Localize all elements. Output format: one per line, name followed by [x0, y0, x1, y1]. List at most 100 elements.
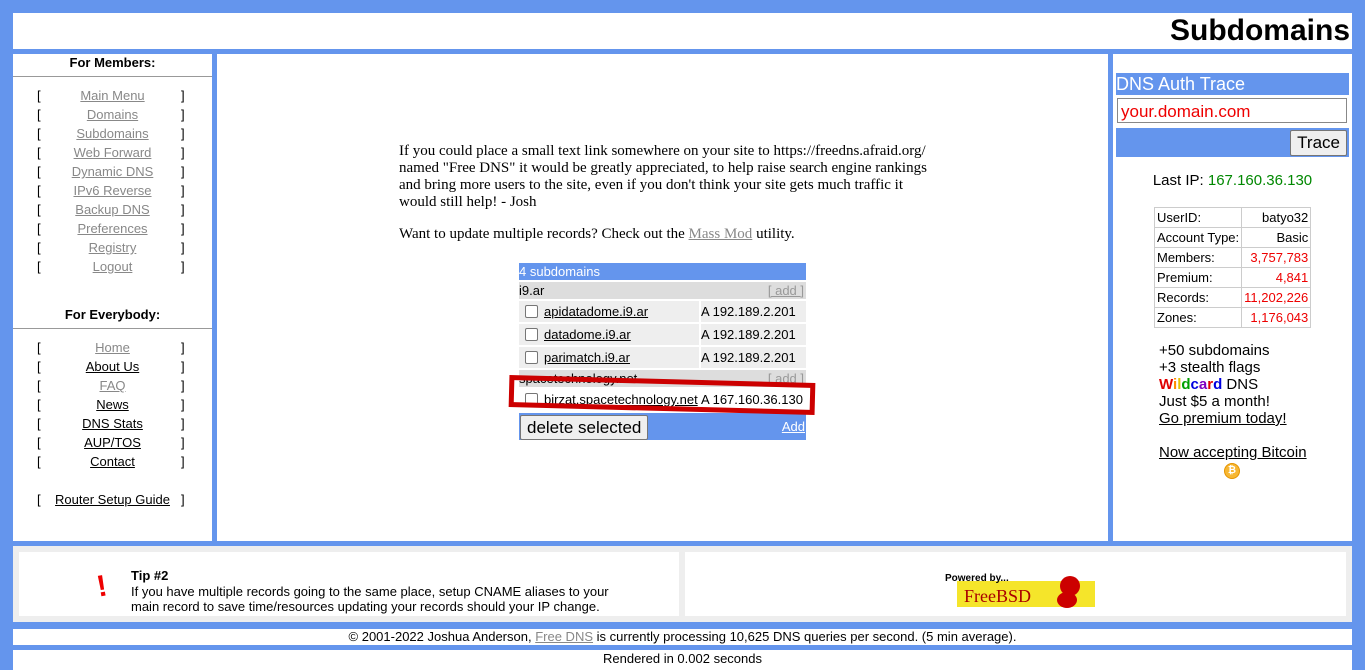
sidebar-item-dynamic-dns: [Dynamic DNS] — [37, 162, 185, 181]
nav-link[interactable]: Contact — [48, 452, 177, 471]
record-value: 192.189.2.201 — [712, 327, 796, 342]
sidebar: For Members: [Main Menu][Domains][Subdom… — [13, 54, 212, 541]
divider — [13, 328, 212, 329]
intro-text: If you could place a small text link som… — [399, 143, 927, 210]
sidebar-item-web-forward: [Web Forward] — [37, 143, 185, 162]
sidebar-item-faq: [FAQ] — [37, 376, 185, 395]
nav-link[interactable]: Backup DNS — [48, 200, 177, 219]
nav-link[interactable]: Logout — [48, 257, 177, 276]
divider — [13, 76, 212, 77]
nav-link[interactable]: IPv6 Reverse — [48, 181, 177, 200]
stat-row: Account Type: Basic — [1155, 228, 1311, 247]
sidebar-item-contact: [Contact] — [37, 452, 185, 471]
sidebar-item-logout: [Logout] — [37, 257, 185, 276]
add-subdomain-link[interactable]: Add — [782, 419, 805, 434]
table-row: datadome.i9.ar A 192.189.2.201 — [519, 323, 806, 346]
bitcoin-icon: ₿ — [1224, 463, 1240, 479]
last-ip: Last IP: 167.160.36.130 — [1152, 172, 1313, 189]
trace-bar: Trace — [1116, 128, 1349, 157]
nav-link[interactable]: AUP/TOS — [48, 433, 177, 452]
sidebar-item-registry: [Registry] — [37, 238, 185, 257]
record-checkbox[interactable] — [525, 305, 538, 318]
freebsd-box: Powered by... FreeBSD — [685, 552, 1346, 616]
footer-panel: ! Tip #2 If you have multiple records go… — [13, 546, 1352, 622]
sidebar-item-router-setup-guide: [ Router Setup Guide ] — [37, 490, 185, 509]
go-premium-link[interactable]: Go premium today! — [1159, 410, 1287, 427]
last-ip-value: 167.160.36.130 — [1207, 172, 1313, 189]
sidebar-item-subdomains: [Subdomains] — [37, 124, 185, 143]
copyright-bar: © 2001-2022 Joshua Anderson, Free DNS is… — [13, 629, 1352, 645]
sidebar-item-backup-dns: [Backup DNS] — [37, 200, 185, 219]
record-type: A — [701, 304, 709, 319]
sidebar-item-about-us: [About Us] — [37, 357, 185, 376]
nav-link[interactable]: DNS Stats — [48, 414, 177, 433]
nav-link[interactable]: Preferences — [48, 219, 177, 238]
domain-group-row: i9.ar [ add ] — [519, 282, 806, 299]
right-panel: DNS Auth Trace your.domain.com Trace Las… — [1113, 54, 1352, 541]
svg-text:FreeBSD: FreeBSD — [964, 586, 1031, 606]
account-stats-table: UserID: batyo32 Account Type: Basic Member… — [1154, 207, 1312, 328]
nav-link[interactable]: Domains — [48, 105, 177, 124]
table-row: apidatadome.i9.ar A 192.189.2.201 — [519, 300, 806, 323]
members-heading: For Members: — [69, 55, 156, 70]
page-title: Subdomains — [1169, 14, 1350, 47]
domain-trace-input[interactable]: your.domain.com — [1117, 98, 1347, 123]
trace-button[interactable]: Trace — [1290, 130, 1347, 156]
sidebar-item-dns-stats: [DNS Stats] — [37, 414, 185, 433]
sidebar-item-news: [News] — [37, 395, 185, 414]
record-type: A — [701, 327, 709, 342]
record-checkbox[interactable] — [525, 328, 538, 341]
nav-link[interactable]: Registry — [48, 238, 177, 257]
record-checkbox[interactable] — [525, 351, 538, 364]
table-footer: delete selected Add — [519, 413, 806, 440]
promo-line: Just $5 a month! — [1159, 393, 1270, 410]
nav-link[interactable]: Main Menu — [48, 86, 177, 105]
nav-link[interactable]: Dynamic DNS — [48, 162, 177, 181]
sidebar-item-aup-tos: [AUP/TOS] — [37, 433, 185, 452]
record-value: 192.189.2.201 — [712, 304, 796, 319]
freebsd-logo: Powered by... FreeBSD — [945, 573, 1095, 608]
stat-row: Premium: 4,841 — [1155, 268, 1311, 287]
nav-link[interactable]: News — [48, 395, 177, 414]
nav-link[interactable]: Subdomains — [48, 124, 177, 143]
mass-mod-link[interactable]: Mass Mod — [689, 226, 753, 242]
promo-line: +3 stealth flags — [1159, 359, 1261, 376]
promo-wildcard: Wildcard DNS — [1159, 376, 1259, 393]
tip-title: Tip #2 — [131, 568, 169, 583]
tip-box: ! Tip #2 If you have multiple records go… — [19, 552, 679, 616]
sidebar-item-ipv6-reverse: [IPv6 Reverse] — [37, 181, 185, 200]
delete-selected-button[interactable]: delete selected — [520, 415, 649, 440]
dns-auth-trace-title: DNS Auth Trace — [1116, 73, 1349, 95]
sidebar-item-domains: [Domains] — [37, 105, 185, 124]
sidebar-item-preferences: [Preferences] — [37, 219, 185, 238]
domain-name: i9.ar — [519, 283, 545, 298]
main-content: If you could place a small text link som… — [217, 54, 1108, 541]
svg-text:Powered by...: Powered by... — [945, 573, 1009, 584]
subdomain-count: 4 subdomains — [519, 263, 806, 280]
exclamation-icon: ! — [94, 569, 110, 604]
table-row: parimatch.i9.ar A 192.189.2.201 — [519, 346, 806, 369]
record-link[interactable]: apidatadome.i9.ar — [544, 301, 648, 322]
nav-link[interactable]: FAQ — [48, 376, 177, 395]
nav-link[interactable]: About Us — [48, 357, 177, 376]
add-link[interactable]: [ add ] — [768, 282, 804, 299]
bitcoin-link[interactable]: Now accepting Bitcoin — [1159, 444, 1307, 461]
massmod-text: Want to update multiple records? Check o… — [399, 226, 795, 242]
stat-row: Records: 11,202,226 — [1155, 288, 1311, 307]
record-link[interactable]: datadome.i9.ar — [544, 324, 631, 345]
promo-line: +50 subdomains — [1159, 342, 1270, 359]
stat-row: UserID: batyo32 — [1155, 208, 1311, 227]
sidebar-item-main-menu: [Main Menu] — [37, 86, 185, 105]
nav-link[interactable]: Home — [48, 338, 177, 357]
everybody-heading: For Everybody: — [64, 307, 161, 322]
stat-row: Zones: 1,176,043 — [1155, 308, 1311, 327]
sidebar-item-home: [Home] — [37, 338, 185, 357]
render-time: Rendered in 0.002 seconds — [13, 650, 1352, 670]
record-link[interactable]: parimatch.i9.ar — [544, 347, 630, 368]
router-setup-guide-link[interactable]: Router Setup Guide — [48, 490, 177, 509]
header-bar: Subdomains — [13, 13, 1352, 49]
nav-link[interactable]: Web Forward — [48, 143, 177, 162]
free-dns-link[interactable]: Free DNS — [535, 629, 593, 644]
wildcard-word: Wildcard — [1159, 376, 1223, 393]
record-value: 192.189.2.201 — [712, 350, 796, 365]
